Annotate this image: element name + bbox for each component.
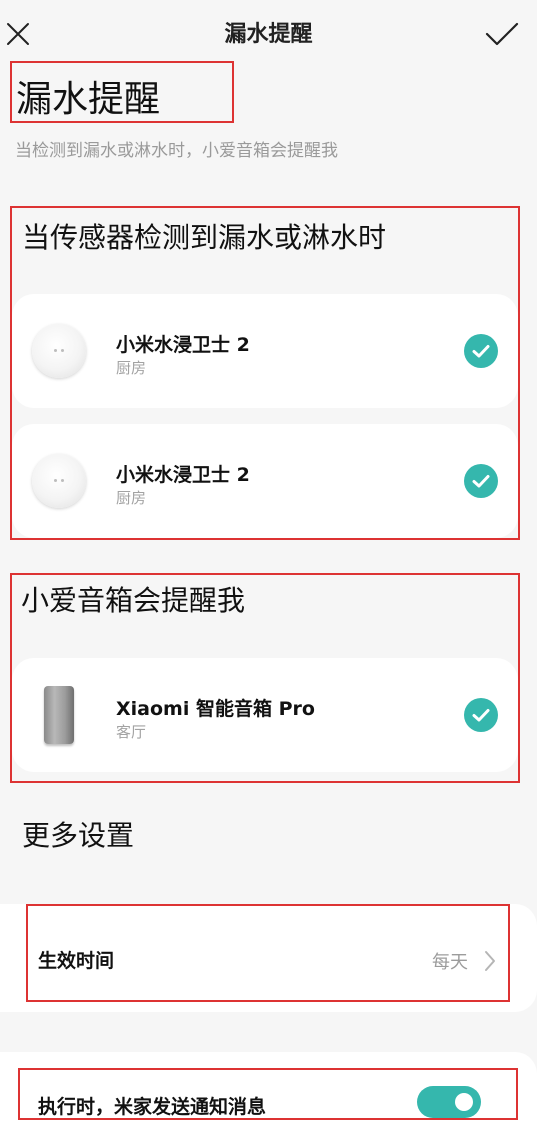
speaker-icon xyxy=(44,686,74,744)
top-bar: 漏水提醒 xyxy=(0,0,537,68)
confirm-button[interactable] xyxy=(484,20,520,50)
sensor-device-card-1[interactable]: 小米水浸卫士 2 厨房 xyxy=(12,294,518,408)
water-sensor-icon xyxy=(32,454,86,508)
sensor-device-card-2[interactable]: 小米水浸卫士 2 厨房 xyxy=(12,424,518,538)
device-room: 厨房 xyxy=(116,359,147,377)
effective-time-value: 每天 xyxy=(432,952,468,973)
device-room: 客厅 xyxy=(116,723,147,741)
device-name: Xiaomi 智能音箱 Pro xyxy=(116,698,315,720)
selected-check-icon[interactable] xyxy=(464,334,498,368)
effective-time-row[interactable]: 生效时间 每天 xyxy=(0,904,537,1012)
device-name: 小米水浸卫士 2 xyxy=(116,464,250,486)
page-title: 漏水提醒 xyxy=(16,79,161,120)
chevron-right-icon xyxy=(485,951,495,971)
toggle-knob xyxy=(455,1093,473,1111)
speaker-device-card[interactable]: Xiaomi 智能音箱 Pro 客厅 xyxy=(12,658,518,772)
device-name: 小米水浸卫士 2 xyxy=(116,334,250,356)
check-icon xyxy=(485,22,519,46)
page-subtitle: 当检测到漏水或淋水时，小爱音箱会提醒我 xyxy=(15,141,338,161)
selected-check-icon[interactable] xyxy=(464,698,498,732)
topbar-title: 漏水提醒 xyxy=(224,22,313,47)
sensors-section-title: 当传感器检测到漏水或淋水时 xyxy=(22,221,387,254)
notify-toggle[interactable] xyxy=(417,1086,481,1118)
effective-time-label: 生效时间 xyxy=(38,950,115,972)
selected-check-icon[interactable] xyxy=(464,464,498,498)
speaker-section-title: 小爱音箱会提醒我 xyxy=(21,584,246,617)
water-sensor-icon xyxy=(32,324,86,378)
notify-label: 执行时，米家发送通知消息 xyxy=(38,1096,267,1118)
more-settings-title: 更多设置 xyxy=(22,819,135,852)
device-room: 厨房 xyxy=(116,489,147,507)
